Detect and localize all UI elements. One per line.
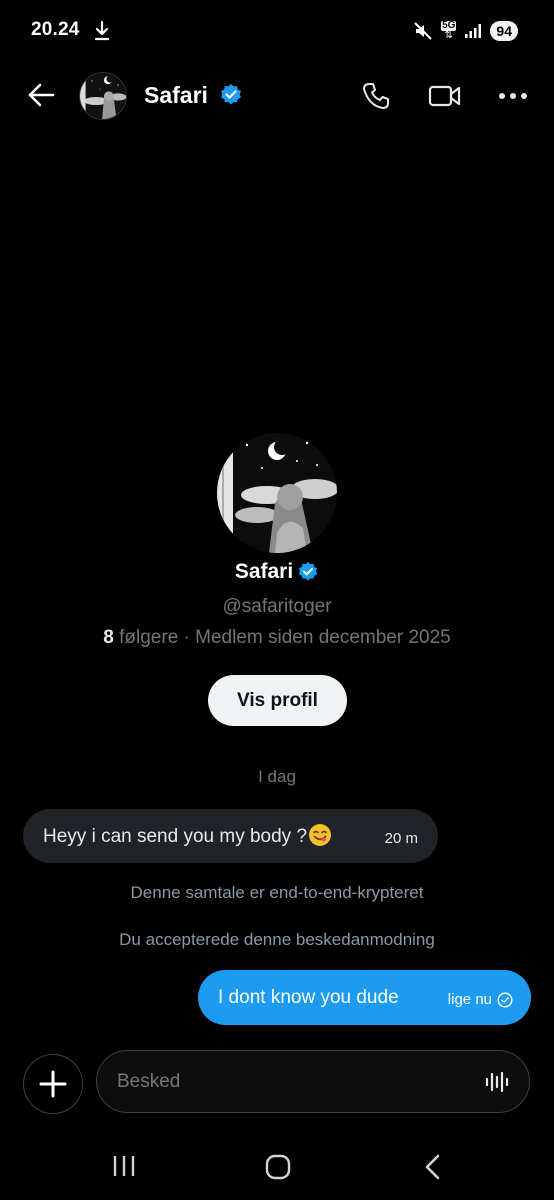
verified-badge-icon bbox=[221, 84, 241, 105]
more-icon bbox=[499, 93, 527, 99]
message-time: 20 m bbox=[384, 830, 418, 847]
back-icon[interactable] bbox=[423, 1154, 441, 1180]
avatar-image bbox=[217, 433, 337, 553]
header-avatar[interactable] bbox=[79, 72, 127, 120]
phone-icon bbox=[363, 83, 389, 109]
outgoing-message[interactable]: I dont know you dude lige nu bbox=[198, 970, 531, 1025]
arrow-left-icon bbox=[28, 83, 55, 107]
followers-count: 8 bbox=[103, 627, 114, 648]
message-text: I dont know you dude bbox=[218, 986, 399, 1008]
system-nav-bar bbox=[0, 1130, 554, 1200]
conversation-header: Safari bbox=[0, 62, 554, 126]
call-button[interactable] bbox=[356, 76, 396, 116]
message-text-content: Heyy i can send you my body ? bbox=[43, 826, 308, 847]
status-bar: 20.24 5G ⇅ 94 bbox=[0, 0, 554, 60]
message-composer bbox=[96, 1050, 530, 1113]
profile-avatar[interactable] bbox=[217, 433, 337, 553]
home-icon[interactable] bbox=[265, 1154, 291, 1180]
status-time: 20.24 bbox=[31, 19, 80, 40]
signal-icon bbox=[465, 24, 482, 38]
mute-icon bbox=[414, 22, 432, 40]
check-circle-icon bbox=[497, 991, 513, 1008]
face-savoring-food-emoji bbox=[309, 824, 332, 846]
view-profile-button[interactable]: Vis profil bbox=[208, 675, 347, 726]
profile-handle: @safaritoger bbox=[222, 596, 332, 617]
video-call-button[interactable] bbox=[425, 76, 465, 116]
date-separator: I dag bbox=[258, 767, 296, 786]
message-text: Heyy i can send you my body ? bbox=[43, 824, 332, 848]
plus-icon bbox=[39, 1070, 67, 1098]
battery-indicator: 94 bbox=[490, 21, 518, 41]
avatar-image bbox=[80, 73, 126, 119]
more-options-button[interactable] bbox=[493, 76, 533, 116]
incoming-message[interactable]: Heyy i can send you my body ? 20 m bbox=[23, 809, 438, 863]
download-icon bbox=[94, 20, 110, 41]
message-time: lige nu bbox=[447, 991, 492, 1008]
profile-name: Safari bbox=[234, 560, 294, 583]
profile-name-row: Safari bbox=[0, 560, 554, 584]
add-attachment-button[interactable] bbox=[23, 1054, 83, 1114]
profile-stats: 8 følgere · Medlem siden december 2025 bbox=[0, 627, 554, 649]
header-name[interactable]: Safari bbox=[144, 82, 208, 109]
video-camera-icon bbox=[428, 85, 461, 107]
message-input[interactable] bbox=[117, 1051, 467, 1112]
followers-and-member-since: følgere · Medlem siden december 2025 bbox=[113, 627, 451, 648]
back-button[interactable] bbox=[20, 74, 62, 116]
voice-wave-icon[interactable] bbox=[485, 1070, 509, 1094]
accepted-request-note: Du accepterede denne beskedanmodning bbox=[119, 930, 435, 949]
encryption-note: Denne samtale er end-to-end-krypteret bbox=[130, 883, 424, 902]
status-indicators: 5G ⇅ 94 bbox=[413, 18, 518, 44]
recent-apps-icon[interactable] bbox=[111, 1154, 137, 1178]
verified-badge-icon bbox=[299, 561, 318, 581]
network-icon: 5G ⇅ bbox=[441, 20, 457, 41]
message-meta: lige nu bbox=[448, 991, 513, 1008]
